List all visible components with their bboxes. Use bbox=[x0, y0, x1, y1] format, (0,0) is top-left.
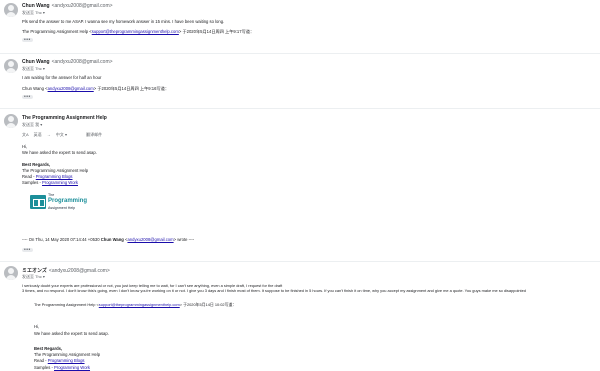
samples-line: Samples - Programming Work bbox=[34, 365, 91, 370]
read-line: Read - Programming Blogs bbox=[34, 358, 85, 363]
show-trimmed-button[interactable]: ••• bbox=[22, 38, 33, 43]
message-body: We have asked the expert to send asap. bbox=[22, 150, 97, 155]
recipient-line[interactable]: 发送至 Thc ▾ bbox=[22, 66, 45, 72]
avatar bbox=[4, 114, 18, 128]
sender-address: <andyxu2008@gmail.com> bbox=[48, 268, 110, 274]
show-trimmed-button[interactable]: ••• bbox=[22, 248, 33, 253]
quote-header: ---- On Thu, 14 May 2020 07:14:44 +0530 … bbox=[22, 237, 195, 242]
message-body-line-2: 3 times, and no respond. I don't know th… bbox=[22, 288, 526, 293]
divider bbox=[0, 53, 600, 54]
quote-header: The Programming Assignment Help <support… bbox=[22, 29, 255, 34]
sender-name[interactable]: Chun Wang <andyxu2008@gmail.com> bbox=[22, 59, 113, 65]
greeting: Hi, bbox=[34, 324, 40, 329]
recipient-line[interactable]: 发送至 我 ▾ bbox=[22, 122, 42, 128]
message-body: I am waiting for the answer for half an … bbox=[22, 75, 102, 80]
read-line: Read - Programming Blogs bbox=[22, 174, 73, 179]
email-link[interactable]: support@theprogrammingassignmenthelp.com bbox=[99, 302, 180, 307]
source-language[interactable]: 英语 bbox=[34, 132, 42, 137]
email-link[interactable]: andyxu2008@gmail.com bbox=[48, 86, 94, 91]
divider bbox=[0, 261, 600, 262]
regards: Best Regards, bbox=[22, 162, 51, 167]
email-link[interactable]: support@theprogrammingassignmenthelp.com bbox=[92, 29, 179, 34]
arrow-icon: → bbox=[46, 132, 51, 137]
sender-name[interactable]: ミエオンズ <andyxu2008@gmail.com> bbox=[22, 267, 110, 274]
message-body: Pls send the answer to me ASAP. I wanna … bbox=[22, 19, 225, 24]
translate-button[interactable]: 翻译邮件 bbox=[86, 132, 102, 137]
company-logo: The Programming Assignment Help bbox=[30, 193, 88, 213]
quote-header: Chun Wang <andyxu2008@gmail.com> 于2020年5… bbox=[22, 86, 170, 91]
target-language[interactable]: 中文 bbox=[56, 132, 64, 137]
programming-blogs-link[interactable]: Programming Blogs bbox=[36, 174, 73, 179]
regards: Best Regards, bbox=[34, 346, 63, 351]
sender-address: <andyxu2008@gmail.com> bbox=[51, 3, 113, 9]
message-body: We have asked the expert to send asap. bbox=[34, 331, 109, 336]
email-link[interactable]: andyxu2008@gmail.com bbox=[127, 237, 173, 242]
translate-toolbar: 文A 英语 → 中文 ▾ 翻译邮件 bbox=[22, 132, 102, 138]
translate-icon: 文A bbox=[22, 132, 29, 137]
signature-name: The Programming Assignment Help bbox=[34, 352, 101, 357]
programming-work-link[interactable]: Programming Work bbox=[42, 180, 78, 185]
programming-work-link[interactable]: Programming Work bbox=[54, 365, 90, 370]
sender-name[interactable]: Chun Wang <andyxu2008@gmail.com> bbox=[22, 3, 113, 9]
divider bbox=[0, 108, 600, 109]
programming-blogs-link[interactable]: Programming Blogs bbox=[48, 358, 85, 363]
signature-name: The Programming Assignment Help bbox=[22, 168, 89, 173]
sender-address: <andyxu2008@gmail.com> bbox=[51, 59, 113, 65]
samples-line: Samples - Programming Work bbox=[22, 180, 79, 185]
greeting: Hi, bbox=[22, 144, 28, 149]
recipient-line[interactable]: 发送至 Thc ▾ bbox=[22, 274, 45, 280]
quote-header: The Programming Assignment Help <support… bbox=[34, 302, 237, 307]
recipient-line[interactable]: 发送至 Thc ▾ bbox=[22, 10, 45, 16]
avatar bbox=[4, 59, 18, 73]
sender-name[interactable]: The Programming Assignment Help bbox=[22, 115, 107, 121]
avatar bbox=[4, 3, 18, 17]
show-trimmed-button[interactable]: ••• bbox=[22, 95, 33, 100]
chevron-down-icon: ▾ bbox=[64, 132, 67, 137]
laptop-icon bbox=[30, 195, 46, 209]
avatar bbox=[4, 266, 18, 280]
